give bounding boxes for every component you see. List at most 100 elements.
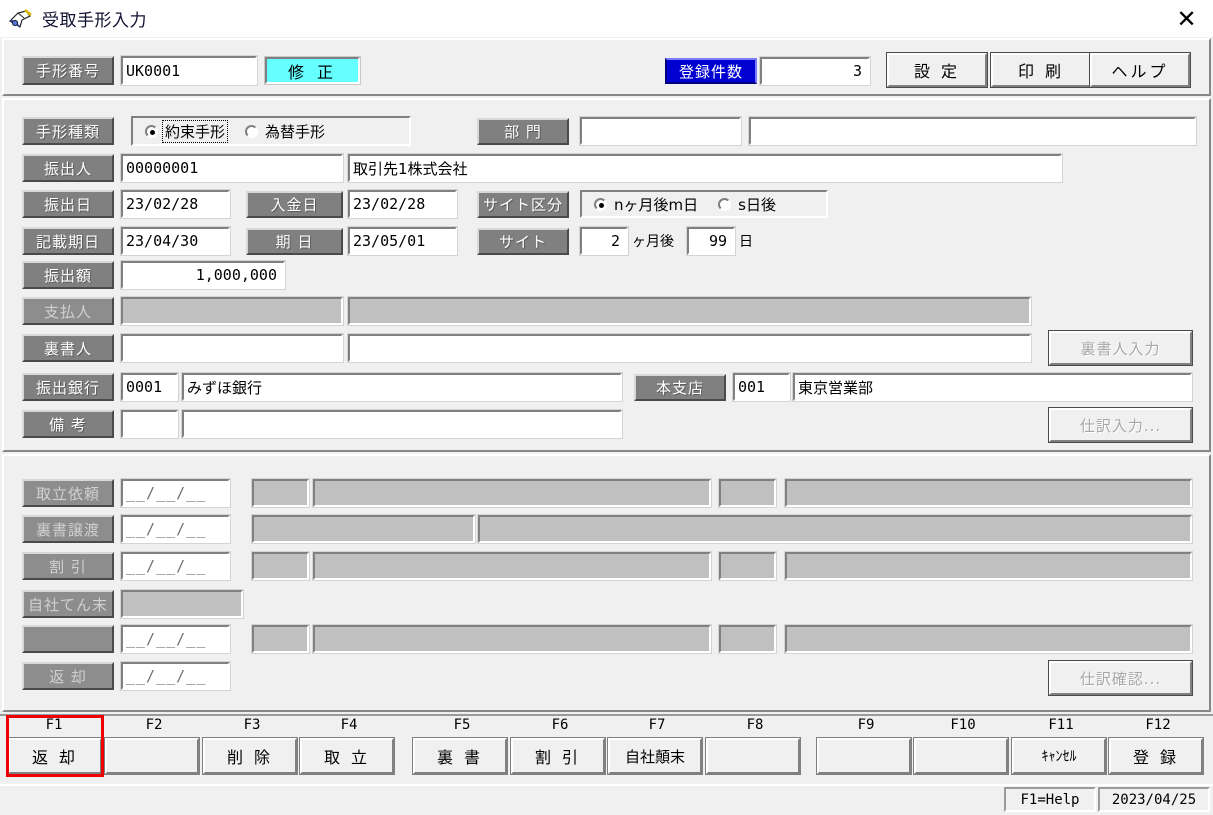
record-count-label: 登録件数 — [665, 58, 757, 84]
discount-name — [312, 551, 712, 581]
issue-date-label: 振出日 — [22, 190, 114, 218]
deposit-date-label: 入金日 — [246, 191, 343, 218]
radio-s-days-after[interactable]: s日後 — [718, 194, 778, 215]
drawer-code-input[interactable]: 00000001 — [120, 153, 344, 183]
fkey-button-f1[interactable]: 返 却 — [7, 737, 103, 775]
collection-request-code — [251, 478, 310, 508]
fkey-label-f6: F6 — [551, 717, 569, 733]
discount-label: 割 引 — [22, 552, 114, 580]
branch-name-input[interactable]: 東京営業部 — [792, 372, 1193, 402]
radio-promissory-note-label: 約束手形 — [161, 119, 229, 143]
due-date-input[interactable]: 23/05/01 — [347, 226, 458, 256]
radio-promissory-note[interactable]: 約束手形 — [145, 119, 229, 143]
discount-code — [251, 551, 310, 581]
bill-type-radio-group[interactable]: 約束手形 為替手形 — [131, 116, 411, 146]
radio-n-months-m-days-label: nヶ月後m日 — [614, 195, 699, 214]
fkey-button-f2[interactable] — [104, 737, 200, 775]
fkey-button-f7[interactable]: 自社顛末 — [607, 737, 703, 775]
radio-dot-icon — [594, 197, 607, 211]
payer-code-input — [120, 296, 344, 326]
fkey-button-f9[interactable] — [816, 737, 912, 775]
site-months-input[interactable]: 2 — [579, 226, 629, 256]
journal-confirm-button: 仕訳確認... — [1048, 660, 1193, 696]
site-days-input[interactable]: 99 — [686, 226, 736, 256]
remarks-code-input[interactable] — [120, 409, 179, 439]
fkey-label-f9: F9 — [857, 717, 875, 733]
discount-code2 — [718, 551, 777, 581]
close-icon[interactable]: ✕ — [1160, 0, 1213, 37]
record-count-value: 3 — [759, 56, 871, 86]
department-label: 部 門 — [477, 118, 569, 145]
fkey-button-f12[interactable]: 登 録 — [1108, 737, 1204, 775]
endorser-name-input[interactable] — [347, 333, 1032, 363]
site-days-suffix: 日 — [739, 234, 753, 250]
draw-bank-code-input[interactable]: 0001 — [120, 372, 179, 402]
drawer-label: 振出人 — [22, 154, 114, 182]
fkey-label-f1: F1 — [45, 717, 63, 733]
site-kbn-radio-group[interactable]: nヶ月後m日 s日後 — [580, 190, 828, 218]
collection-request-name — [312, 478, 712, 508]
bill-type-label: 手形種類 — [22, 117, 114, 145]
endorsement-transfer-code — [251, 514, 476, 544]
discount-date: __/__/__ — [120, 551, 231, 581]
print-button[interactable]: 印 刷 — [990, 52, 1092, 88]
fkey-button-f4[interactable]: 取 立 — [299, 737, 395, 775]
endorser-entry-button: 裏書人入力 — [1048, 330, 1193, 366]
endorsement-transfer-name — [477, 514, 1193, 544]
blank-history-name2 — [784, 624, 1193, 654]
application-window: 受取手形入力 ✕ 手形番号 UK0001 修 正 登録件数 3 設 定 印 刷 … — [0, 0, 1213, 815]
department-name-input[interactable] — [748, 116, 1197, 146]
fkey-button-f11[interactable]: ｷｬﾝｾﾙ — [1011, 737, 1107, 775]
branch-code-input[interactable]: 001 — [732, 372, 791, 402]
drawer-name-input[interactable]: 取引先1株式会社 — [347, 153, 1063, 183]
help-button[interactable]: ヘルプ — [1089, 52, 1191, 88]
fkey-label-f8: F8 — [746, 717, 764, 733]
fkey-label-f4: F4 — [340, 717, 358, 733]
endorsement-transfer-date: __/__/__ — [120, 514, 231, 544]
branch-label: 本支店 — [634, 374, 726, 401]
fkey-label-f7: F7 — [648, 717, 666, 733]
radio-n-months-m-days[interactable]: nヶ月後m日 — [594, 194, 700, 215]
site-label: サイト — [477, 228, 569, 255]
blank-history-date: __/__/__ — [120, 624, 231, 654]
radio-dot-icon — [245, 124, 259, 138]
amount-label: 振出額 — [22, 261, 114, 289]
written-date-label: 記載期日 — [22, 227, 114, 255]
blank-history-code2 — [718, 624, 777, 654]
fkey-button-f5[interactable]: 裏 書 — [412, 737, 508, 775]
payer-label: 支払人 — [22, 297, 114, 325]
blank-history-name — [312, 624, 712, 654]
radio-bill-of-exchange[interactable]: 為替手形 — [245, 121, 327, 142]
written-date-input[interactable]: 23/04/30 — [120, 226, 231, 256]
title-bar: 受取手形入力 ✕ — [0, 0, 1213, 37]
bill-number-label: 手形番号 — [22, 56, 114, 85]
fkey-label-f2: F2 — [145, 717, 163, 733]
draw-bank-label: 振出銀行 — [22, 373, 114, 401]
radio-s-days-after-label: s日後 — [738, 195, 776, 214]
fkey-button-f10[interactable] — [913, 737, 1009, 775]
blank-history-code — [251, 624, 310, 654]
amount-input[interactable]: 1,000,000 — [120, 260, 286, 290]
settings-button[interactable]: 設 定 — [886, 52, 988, 88]
bill-number-input[interactable]: UK0001 — [120, 55, 258, 86]
radio-bill-of-exchange-label: 為替手形 — [265, 122, 326, 141]
collection-request-label: 取立依頼 — [22, 479, 114, 507]
own-settlement-value — [120, 589, 244, 619]
department-code-input[interactable] — [579, 116, 742, 146]
draw-bank-name-input[interactable]: みずほ銀行 — [181, 372, 623, 402]
deposit-date-input[interactable]: 23/02/28 — [347, 189, 458, 219]
fkey-button-f6[interactable]: 割 引 — [510, 737, 606, 775]
site-months-suffix: ヶ月後 — [632, 234, 674, 250]
payer-name-input — [347, 296, 1032, 326]
remarks-label: 備 考 — [22, 410, 114, 438]
return-label: 返 却 — [22, 662, 114, 690]
fkey-button-f8[interactable] — [705, 737, 801, 775]
collection-request-code2 — [718, 478, 777, 508]
status-help-hint: F1=Help — [1004, 787, 1096, 812]
remarks-text-input[interactable] — [181, 409, 623, 439]
fkey-button-f3[interactable]: 削 除 — [202, 737, 298, 775]
fkey-label-f3: F3 — [243, 717, 261, 733]
endorser-code-input[interactable] — [120, 333, 344, 363]
fkey-label-f12: F12 — [1145, 717, 1171, 733]
issue-date-input[interactable]: 23/02/28 — [120, 189, 231, 219]
